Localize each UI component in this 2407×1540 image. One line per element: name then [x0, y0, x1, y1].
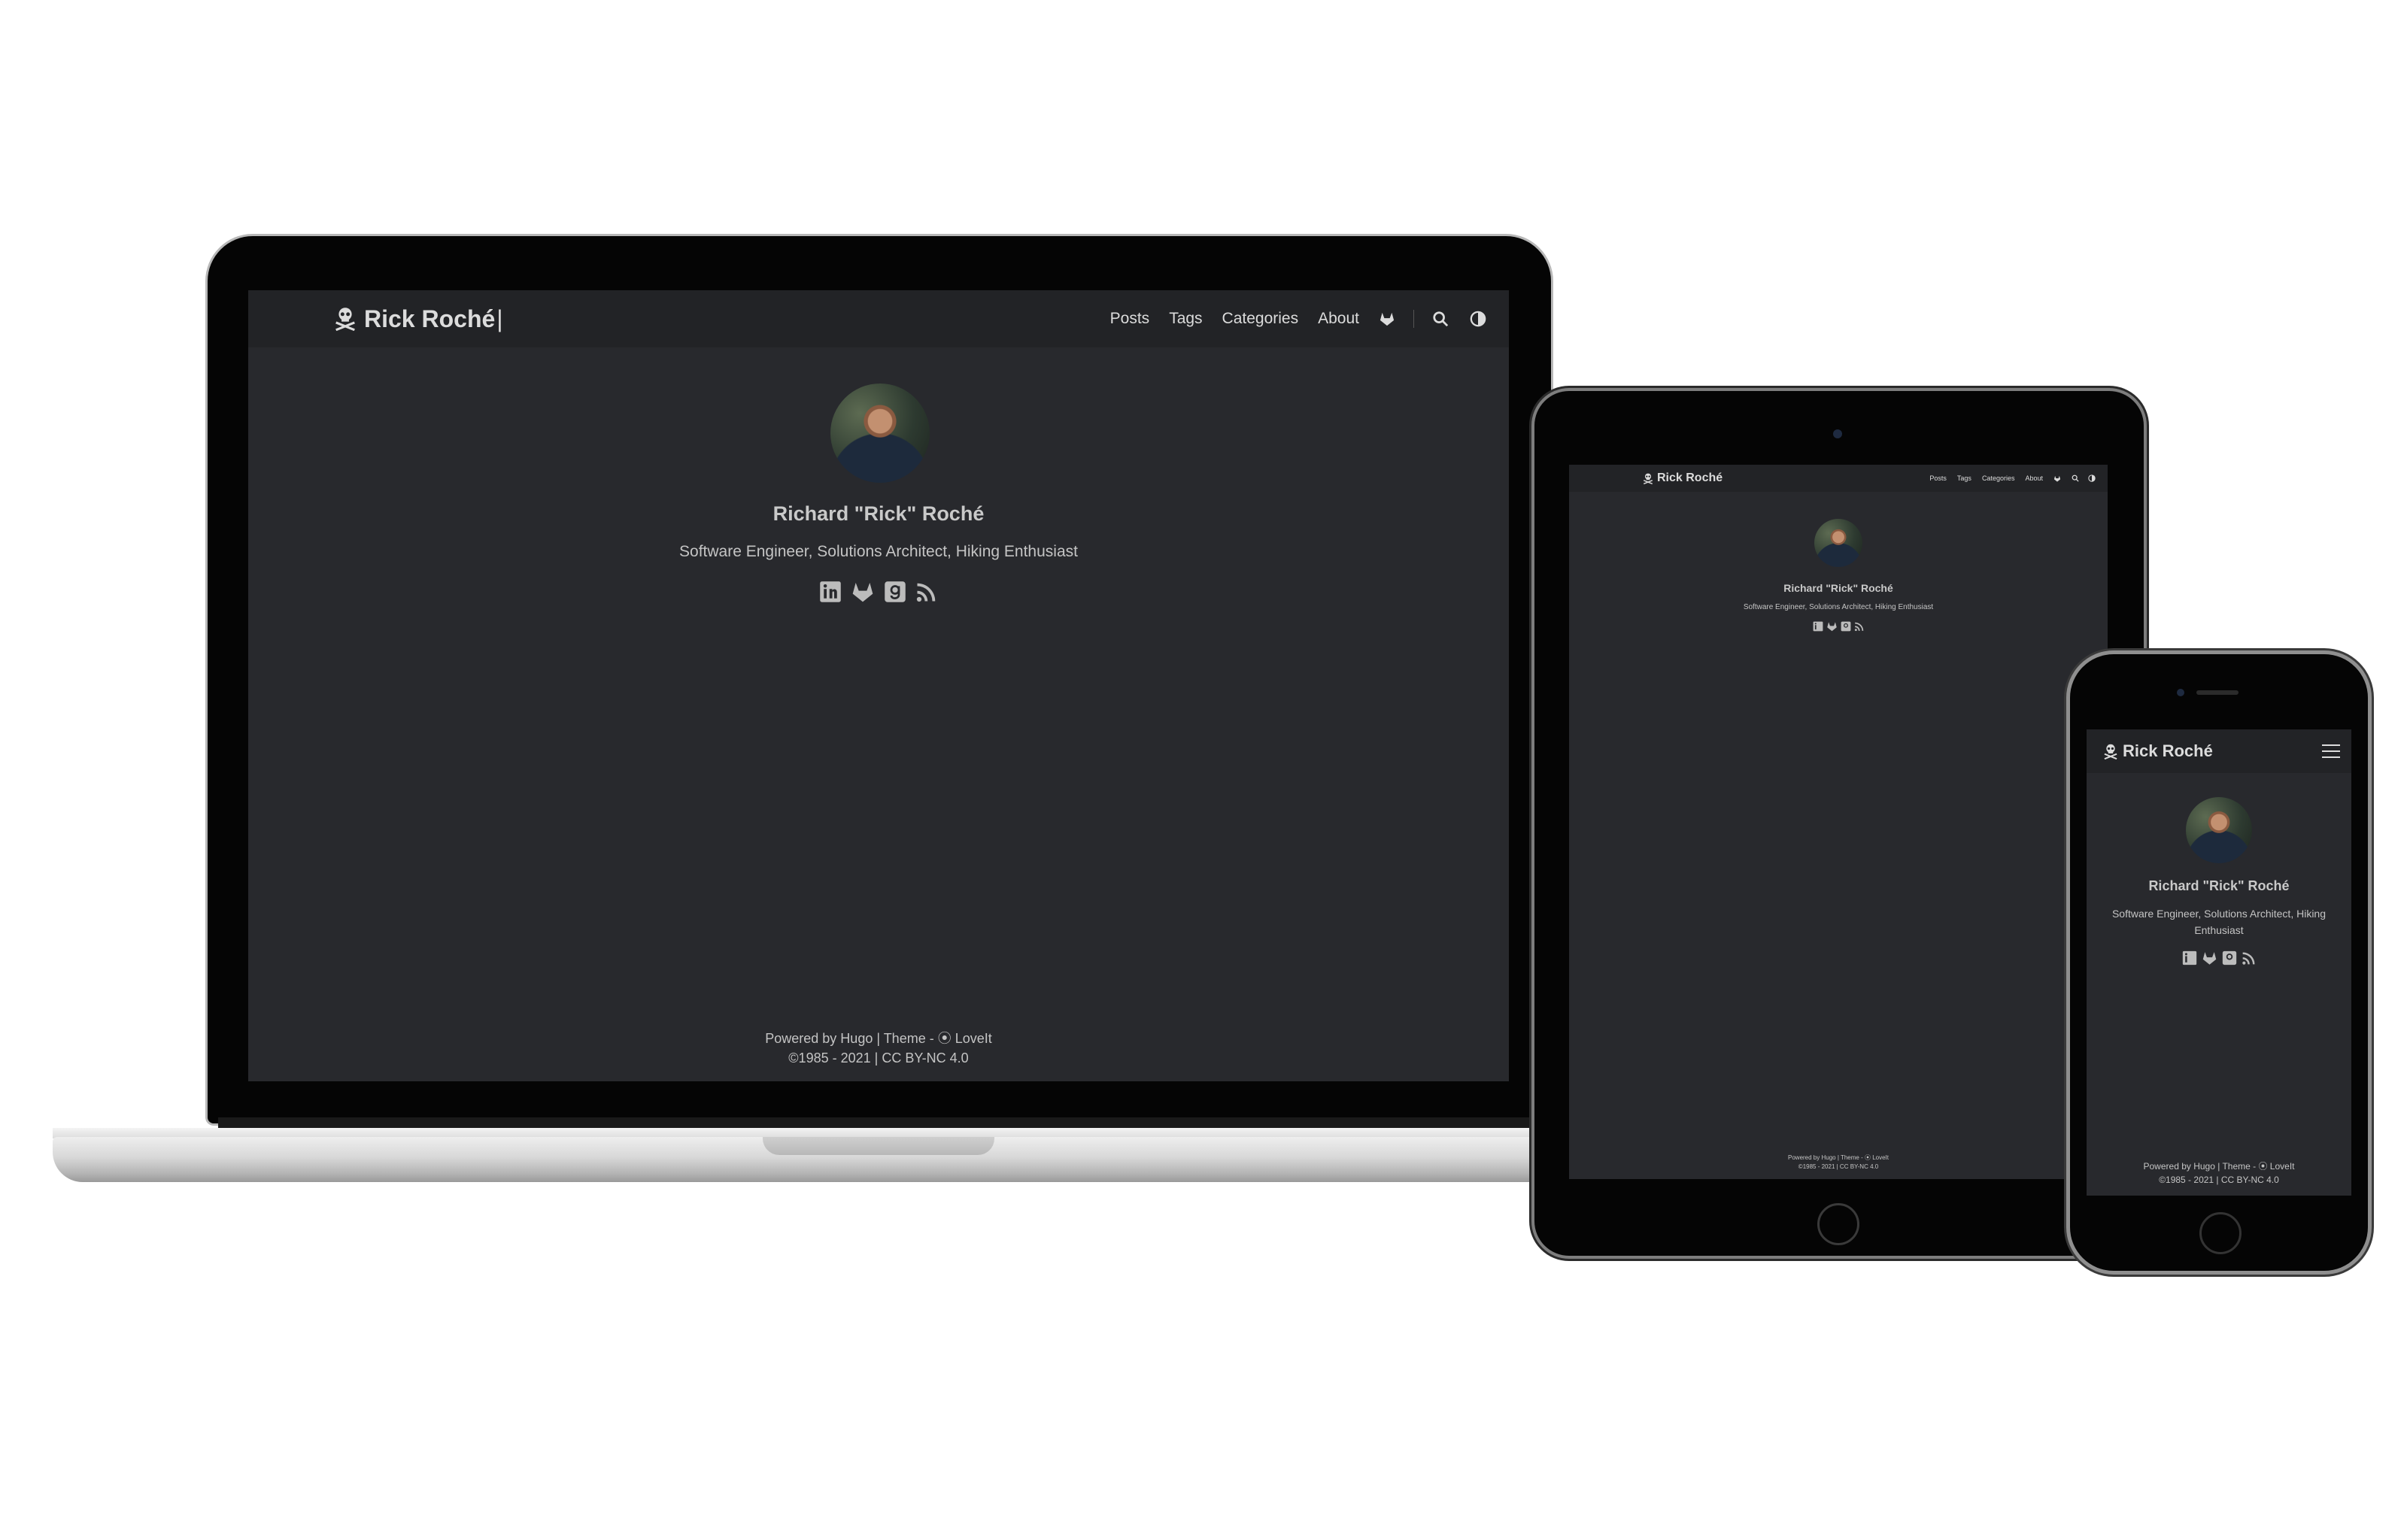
- hamburger-menu-icon[interactable]: [2321, 743, 2341, 759]
- laptop-notch: [763, 1137, 994, 1155]
- site-brand[interactable]: Rick Roché |: [334, 305, 503, 333]
- main-nav: Posts Tags Categories About: [1929, 474, 2096, 482]
- phone-volume-up: [2065, 787, 2069, 827]
- social-links: [2087, 950, 2351, 969]
- footer-copyright: ©1985 - 2021 | CC BY-NC 4.0: [1798, 1163, 1879, 1170]
- site-header: Rick Roché | Posts Tags Categories About: [248, 290, 1509, 347]
- laptop-screen: Rick Roché | Posts Tags Categories About…: [248, 290, 1509, 1081]
- phone-volume-down: [2065, 839, 2069, 880]
- phone-screen: Rick Roché Richard "Rick" Roché Software…: [2087, 729, 2351, 1196]
- profile-name: Richard "Rick" Roché: [2148, 878, 2290, 893]
- nav-categories[interactable]: Categories: [1222, 310, 1299, 328]
- profile-subtitle: Software Engineer, Solutions Architect, …: [2111, 908, 2327, 936]
- brand-text: Rick Roché: [1657, 471, 1723, 484]
- profile-name: Richard "Rick" Roché: [772, 502, 985, 525]
- theme-toggle-icon[interactable]: [1470, 311, 1486, 327]
- gitlab-icon[interactable]: [1379, 311, 1395, 326]
- linkedin-icon[interactable]: [1813, 621, 1823, 635]
- nav-posts[interactable]: Posts: [1110, 310, 1150, 328]
- phone-camera: [2177, 689, 2184, 696]
- site-footer: Powered by Hugo | Theme - ⦿ LoveIt ©1985…: [248, 1029, 1509, 1068]
- nav-about[interactable]: About: [1318, 310, 1359, 328]
- gitlab-icon[interactable]: [2053, 475, 2061, 482]
- site-brand[interactable]: Rick Roché: [2103, 741, 2213, 761]
- nav-tags[interactable]: Tags: [1169, 310, 1202, 328]
- footer-copyright: ©1985 - 2021 | CC BY-NC 4.0: [788, 1050, 969, 1066]
- profile-avatar: [1814, 519, 1862, 567]
- site-footer: Powered by Hugo | Theme - ⦿ LoveIt ©1985…: [1569, 1153, 2108, 1172]
- brand-text: Rick Roché: [2123, 741, 2213, 760]
- nav-categories[interactable]: Categories: [1982, 474, 2015, 482]
- gitlab-icon[interactable]: [1826, 621, 1838, 635]
- linkedin-icon[interactable]: [819, 581, 842, 607]
- site-header: Rick Roché Posts Tags Categories About: [1569, 465, 2108, 492]
- rss-icon[interactable]: [1854, 621, 1865, 635]
- goodreads-icon[interactable]: [884, 581, 906, 607]
- profile-name: Richard "Rick" Roché: [1783, 582, 1893, 594]
- rss-icon[interactable]: [915, 581, 938, 607]
- goodreads-icon[interactable]: [2222, 950, 2237, 969]
- theme-toggle-icon[interactable]: [2088, 474, 2096, 482]
- mobile-nav: [2321, 743, 2341, 759]
- site-footer: Powered by Hugo | Theme - ⦿ LoveIt ©1985…: [2087, 1160, 2351, 1187]
- site-header: Rick Roché: [2087, 729, 2351, 773]
- footer-copyright: ©1985 - 2021 | CC BY-NC 4.0: [2159, 1175, 2279, 1185]
- footer-powered: Powered by Hugo | Theme - ⦿ LoveIt: [2143, 1161, 2295, 1172]
- gitlab-icon[interactable]: [2202, 950, 2217, 969]
- phone-speaker: [2196, 690, 2239, 695]
- profile-avatar: [2186, 797, 2252, 863]
- footer-powered: Powered by Hugo | Theme - ⦿ LoveIt: [765, 1031, 992, 1046]
- nav-about[interactable]: About: [2025, 474, 2043, 482]
- text-cursor: |: [496, 305, 503, 332]
- profile-subtitle: Software Engineer, Solutions Architect, …: [679, 543, 1078, 560]
- search-icon[interactable]: [2072, 474, 2079, 482]
- linkedin-icon[interactable]: [2182, 950, 2197, 969]
- phone-home-button: [2199, 1212, 2242, 1254]
- brand-text: Rick Roché: [364, 305, 496, 332]
- footer-powered: Powered by Hugo | Theme - ⦿ LoveIt: [1788, 1154, 1889, 1161]
- rss-icon[interactable]: [2242, 950, 2257, 969]
- tablet-camera: [1833, 429, 1842, 438]
- social-links: [248, 581, 1509, 607]
- skull-crossbones-icon: [2104, 744, 2117, 759]
- social-links: [1569, 621, 2108, 635]
- tablet-screen: Rick Roché Posts Tags Categories About R…: [1569, 465, 2108, 1179]
- goodreads-icon[interactable]: [1841, 621, 1851, 635]
- profile-avatar: [830, 383, 930, 483]
- main-nav: Posts Tags Categories About: [1110, 310, 1486, 328]
- profile-subtitle: Software Engineer, Solutions Architect, …: [1743, 603, 1934, 611]
- skull-crossbones-icon: [1643, 473, 1653, 484]
- tablet-home-button: [1817, 1203, 1859, 1245]
- gitlab-icon[interactable]: [851, 581, 875, 607]
- nav-separator: [1413, 310, 1414, 328]
- nav-posts[interactable]: Posts: [1929, 474, 1947, 482]
- search-icon[interactable]: [1432, 311, 1449, 327]
- phone-side-button: [2065, 734, 2069, 756]
- skull-crossbones-icon: [335, 308, 355, 331]
- nav-tags[interactable]: Tags: [1957, 474, 1971, 482]
- site-brand[interactable]: Rick Roché: [1643, 471, 1723, 485]
